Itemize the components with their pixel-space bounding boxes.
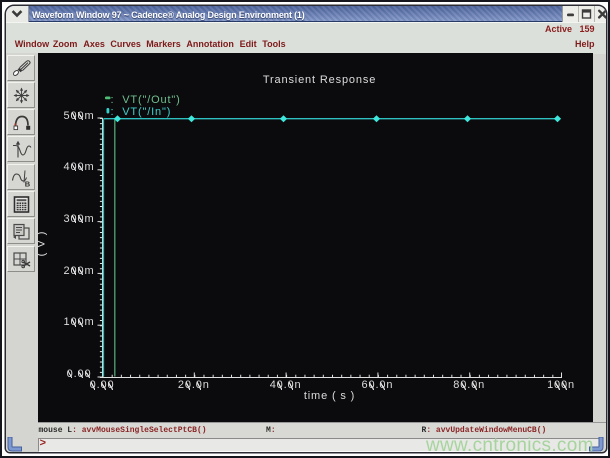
svg-text:B: B	[24, 179, 30, 187]
